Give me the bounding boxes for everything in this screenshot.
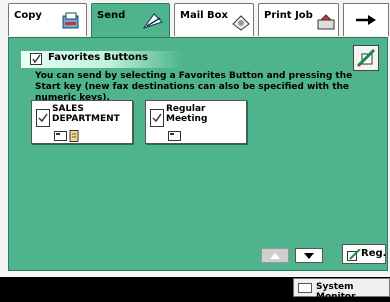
printjob-icon xyxy=(317,14,335,30)
section-title: Favorites Buttons xyxy=(48,52,148,63)
document-check-icon xyxy=(150,109,164,127)
document-icon xyxy=(69,130,79,142)
register-button[interactable]: Reg. xyxy=(342,244,386,264)
register-icon xyxy=(347,249,361,261)
tab-copy[interactable]: Copy xyxy=(8,3,87,36)
envelope-icon xyxy=(54,131,67,141)
settings-corner-button[interactable] xyxy=(353,45,379,71)
favorite-button-sales[interactable]: SALES DEPARTMENT xyxy=(31,100,133,144)
arrow-right-icon xyxy=(356,15,376,25)
favorite-label-line1: SALES xyxy=(52,104,84,114)
system-monitor-button[interactable]: System Monitor xyxy=(293,278,390,302)
tab-send[interactable]: Send xyxy=(91,3,170,41)
copy-icon xyxy=(62,12,79,29)
favorites-icon xyxy=(30,53,42,65)
register-button-label: Reg. xyxy=(361,248,387,259)
device-screen: Copy Send Mail Box Print Job Favorites B… xyxy=(0,0,390,277)
favorite-label: SALES DEPARTMENT xyxy=(52,104,120,124)
tab-send-label: Send xyxy=(97,10,126,21)
system-monitor-label: System Monitor xyxy=(316,282,356,302)
document-check-icon xyxy=(36,109,50,127)
scroll-down-button[interactable] xyxy=(295,248,323,263)
tab-bar: Copy Send Mail Box Print Job xyxy=(8,3,389,41)
send-panel: Favorites Buttons You can send by select… xyxy=(8,37,388,271)
favorite-label-line1: Regular xyxy=(166,104,206,114)
favorite-button-meeting[interactable]: Regular Meeting xyxy=(145,100,247,144)
tab-copy-label: Copy xyxy=(14,10,42,21)
favorite-label: Regular Meeting xyxy=(166,104,207,124)
mailbox-icon xyxy=(232,15,250,31)
favorite-type-icons xyxy=(54,127,82,142)
favorite-label-line2: DEPARTMENT xyxy=(52,114,120,124)
scroll-up-button[interactable] xyxy=(261,248,289,263)
up-arrow-icon xyxy=(270,252,280,259)
envelope-icon xyxy=(168,131,181,141)
tab-printjob-label: Print Job xyxy=(264,10,313,21)
tab-mailbox[interactable]: Mail Box xyxy=(174,3,254,36)
send-icon xyxy=(142,13,163,29)
tab-mailbox-label: Mail Box xyxy=(180,10,228,21)
favorite-type-icons xyxy=(168,127,182,141)
favorite-label-line2: Meeting xyxy=(166,114,208,124)
section-header: Favorites Buttons xyxy=(21,51,182,68)
monitor-icon xyxy=(298,283,312,293)
tab-printjob[interactable]: Print Job xyxy=(258,3,339,36)
edit-corner-icon xyxy=(356,48,376,68)
down-arrow-icon xyxy=(304,252,314,259)
next-tab-button[interactable] xyxy=(343,3,389,36)
